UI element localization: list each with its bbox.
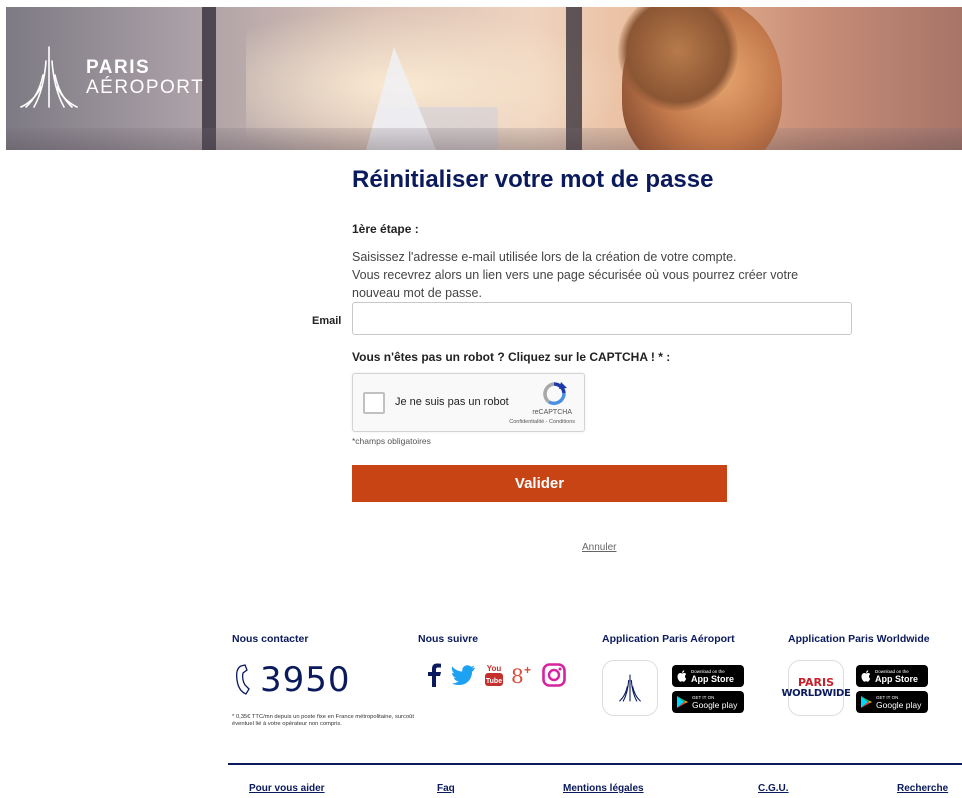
nav-help[interactable]: Pour vous aider [249,783,325,794]
google-play-text: GET IT ON Google play [876,695,921,710]
svg-text:You: You [487,664,502,673]
email-label: Email [312,315,342,327]
paris-aeroport-logo-icon [20,46,78,108]
phone-icon [235,664,250,695]
app-store-button-pa[interactable]: Download on the App Store [672,665,744,687]
phone-number: 3950 [260,660,351,700]
follow-heading: Nous suivre [418,633,479,645]
pw-logo-line2: WORLDWIDE [781,688,851,699]
apple-icon [861,670,871,682]
nav-legal[interactable]: Mentions légales [563,783,644,794]
paris-worldwide-logo: PARIS WORLDWIDE [781,677,850,699]
svg-text:Tube: Tube [486,678,502,685]
svg-text:8: 8 [511,664,524,687]
facebook-icon[interactable] [421,661,447,689]
instructions-line: nouveau mot de passe. [352,286,482,300]
app-paris-aeroport-heading: Application Paris Aéroport [602,633,735,645]
recaptcha-logo-icon [543,382,567,406]
paris-aeroport-wordmark: PARIS AÉROPORT [86,58,204,98]
recaptcha-widget: Je ne suis pas un robot reCAPTCHA Confid… [352,373,585,432]
submit-button[interactable]: Valider [352,465,727,502]
google-plus-icon[interactable]: 8 + [511,661,537,689]
instructions-line: Vous recevrez alors un lien vers une pag… [352,268,799,282]
app-paris-worldwide-heading: Application Paris Worldwide [788,633,930,645]
paris-aeroport-app-icon[interactable] [602,660,658,716]
nav-faq[interactable]: Faq [437,783,455,794]
google-play-button-pw[interactable]: GET IT ON Google play [856,691,928,713]
pw-logo-line1: PARIS [797,676,835,689]
hero-ground [6,128,962,150]
google-play-big: Google play [876,699,922,710]
brand-line1: PARIS [86,57,151,78]
email-field[interactable] [352,302,852,335]
brand-line2: AÉROPORT [86,77,205,98]
recaptcha-label: Je ne suis pas un robot [395,396,509,408]
apple-icon [677,670,687,682]
app-store-text: Download on the App Store [875,669,918,684]
price-note: * 0,35€ TTC/mn depuis un poste fixe en F… [232,714,414,727]
google-play-button-pa[interactable]: GET IT ON Google play [672,691,744,713]
google-play-big: Google play [692,699,738,710]
google-play-icon [861,696,872,708]
contact-heading: Nous contacter [232,633,309,645]
recaptcha-brand: reCAPTCHA [532,409,572,416]
paris-aeroport-logo[interactable]: PARIS AÉROPORT [20,45,204,111]
step-title: 1ère étape : [352,222,419,236]
hero-banner: PARIS AÉROPORT [6,7,962,150]
google-play-icon [677,696,688,708]
social-links: You Tube 8 + [421,661,567,689]
recaptcha-checkbox[interactable] [363,392,385,414]
app-store-big: App Store [691,673,735,684]
paris-aeroport-app-logo [619,674,641,702]
footer-divider [228,763,962,765]
required-note: *champs obligatoires [352,436,431,446]
paris-worldwide-app-icon[interactable]: PARIS WORLDWIDE [781,660,851,716]
nav-search[interactable]: Recherche [897,783,948,794]
youtube-icon[interactable]: You Tube [481,661,507,689]
nav-cgu[interactable]: C.G.U. [758,783,789,794]
twitter-icon[interactable] [451,661,477,689]
captcha-title: Vous n'êtes pas un robot ? Cliquez sur l… [352,350,671,364]
recaptcha-links[interactable]: Confidentialité - Conditions [509,419,575,425]
cancel-link[interactable]: Annuler [582,542,616,553]
phone-contact[interactable]: 3950 [232,660,351,700]
page-title: Réinitialiser votre mot de passe [352,166,714,193]
google-play-text: GET IT ON Google play [692,695,737,710]
svg-text:+: + [524,663,531,677]
instructions: Saisissez l'adresse e-mail utilisée lors… [352,248,852,302]
app-store-big: App Store [875,673,919,684]
instructions-line: Saisissez l'adresse e-mail utilisée lors… [352,250,737,264]
app-store-text: Download on the App Store [691,669,734,684]
instagram-icon[interactable] [541,661,567,689]
app-store-button-pw[interactable]: Download on the App Store [856,665,928,687]
